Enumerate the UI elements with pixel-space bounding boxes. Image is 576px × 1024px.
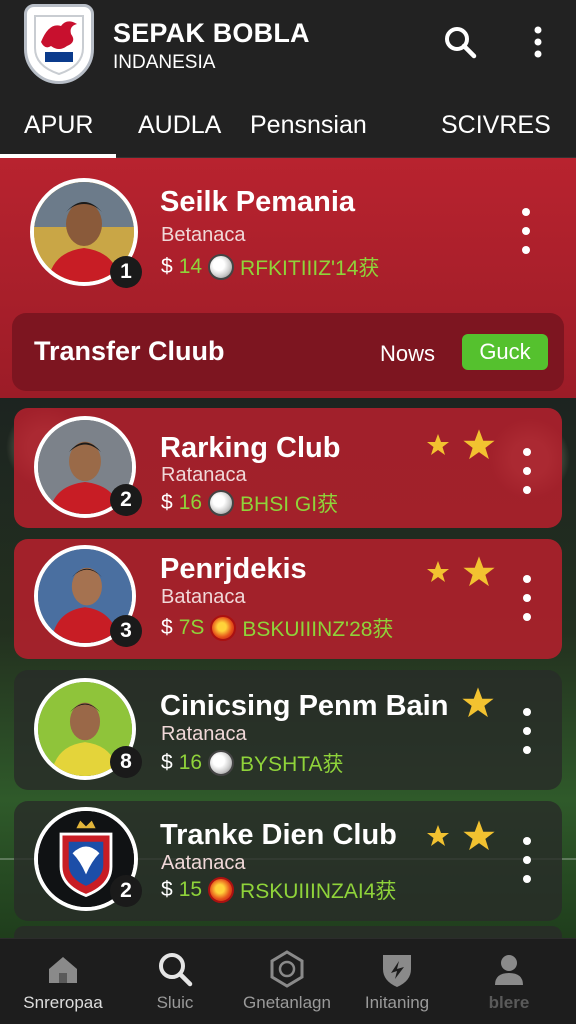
- ball-badge-icon: [270, 950, 304, 988]
- stat-value: 15: [178, 878, 203, 901]
- nav-label: Sluic: [156, 993, 194, 1012]
- player-stat: $ 16 BYSHTA获: [161, 748, 344, 778]
- check-button[interactable]: Guck: [462, 334, 548, 370]
- nav-label: Initaning: [364, 993, 430, 1012]
- player-stat: $ 14 RFKITIIIZ'14获: [161, 252, 379, 282]
- stat-value: 16: [178, 491, 203, 514]
- star-icon: [463, 429, 495, 460]
- star-icon: [427, 825, 449, 846]
- search-icon: [159, 953, 193, 987]
- football-icon: [208, 490, 235, 516]
- player-stat: $ 16 BHSI GI获: [161, 488, 338, 518]
- transfer-title: Transfer Cluub: [34, 336, 225, 366]
- player-name: Rarking Club: [160, 432, 341, 464]
- app-subtitle: INDANESIA: [113, 52, 216, 73]
- football-icon: [208, 877, 235, 903]
- stat-prefix: $: [161, 491, 173, 514]
- stat-extra: BYSHTA获: [240, 753, 344, 776]
- player-card[interactable]: 2 Rarking Club Ratanaca $ 16 BHSI GI获: [14, 408, 562, 528]
- search-icon: [445, 27, 477, 59]
- app-bar: SEPAK BOBLA INDANESIA: [0, 0, 576, 100]
- stat-extra: BHSI GI获: [240, 493, 339, 516]
- transfer-news-banner: Transfer Cluub Nows Guck: [12, 313, 564, 391]
- stat-prefix: $: [161, 255, 173, 278]
- nav-label: blere: [488, 993, 530, 1012]
- nav-home[interactable]: Snreropaa: [8, 949, 118, 1013]
- nav-search[interactable]: Sluic: [120, 949, 230, 1013]
- stat-value: 14: [178, 255, 203, 278]
- tab-audla[interactable]: AUDLA: [138, 110, 221, 150]
- overflow-menu-button[interactable]: [518, 22, 558, 62]
- club-logo: [24, 4, 94, 84]
- bottom-navigation: Snreropaa Sluic Gnetanlagn Initaning ble…: [0, 938, 576, 1024]
- stat-value: 16: [178, 751, 203, 774]
- player-team: Batanaca: [161, 586, 246, 608]
- stat-prefix: $: [161, 751, 173, 774]
- nav-initaning[interactable]: Initaning: [342, 949, 452, 1013]
- football-icon: [208, 254, 235, 280]
- player-card[interactable]: 2 Tranke Dien Club Aatanaca $ 15 RSKUIII…: [14, 801, 562, 921]
- eagle-crest-icon: [34, 15, 84, 76]
- football-icon: [208, 750, 235, 776]
- rating-stars: [461, 686, 495, 720]
- tab-scivres[interactable]: SCIVRES: [441, 110, 551, 150]
- rating-stars: [426, 819, 496, 853]
- player-name: Tranke Dien Club: [160, 819, 397, 851]
- stat-value: 7S: [178, 616, 205, 639]
- stat-extra: RFKITIIIZ'14获: [240, 257, 380, 280]
- more-options-button[interactable]: [517, 575, 537, 621]
- player-team: Ratanaca: [161, 464, 247, 486]
- player-stat: $ 15 RSKUIIINZAI4获: [161, 875, 396, 905]
- tab-bar: APUR AUDLA Pensnsian SCIVRES: [0, 100, 576, 158]
- more-options-button[interactable]: [517, 448, 537, 494]
- star-icon: [427, 434, 449, 455]
- nav-gnetanlagn[interactable]: Gnetanlagn: [232, 949, 342, 1013]
- player-card[interactable]: 3 Penrjdekis Batanaca $ 7S BSKUIIINZ'28获: [14, 539, 562, 659]
- star-icon: [462, 687, 494, 718]
- search-button[interactable]: [440, 22, 480, 62]
- rating-stars: [426, 428, 496, 462]
- star-icon: [463, 556, 495, 587]
- stat-prefix: $: [161, 878, 173, 901]
- news-link[interactable]: Nows: [380, 341, 435, 367]
- player-team: Betanaca: [161, 224, 246, 246]
- tab-apur[interactable]: APUR: [24, 110, 93, 150]
- more-options-button[interactable]: [517, 837, 537, 883]
- player-stat: $ 7S BSKUIIINZ'28获: [161, 613, 393, 643]
- nav-profile[interactable]: blere: [454, 949, 564, 1013]
- stat-prefix: $: [161, 616, 173, 639]
- stat-extra: BSKUIIINZ'28获: [242, 618, 394, 641]
- rank-badge: 2: [110, 875, 142, 907]
- more-options-button[interactable]: [517, 708, 537, 754]
- star-icon: [427, 561, 449, 582]
- football-icon: [210, 615, 237, 641]
- rank-badge: 8: [110, 746, 142, 778]
- tab-pensnsian[interactable]: Pensnsian: [250, 110, 367, 150]
- rank-badge: 3: [110, 615, 142, 647]
- rank-badge: 1: [110, 256, 142, 288]
- player-name: Seilk Pemania: [160, 186, 356, 218]
- app-title: SEPAK BOBLA: [113, 18, 310, 48]
- more-options-button[interactable]: [516, 208, 536, 254]
- nav-label: Snreropaa: [23, 993, 103, 1012]
- player-team: Ratanaca: [161, 723, 247, 745]
- player-team: Aatanaca: [161, 852, 246, 874]
- nav-label: Gnetanlagn: [243, 993, 331, 1012]
- home-icon: [49, 957, 77, 983]
- profile-icon: [495, 955, 523, 985]
- stat-extra: RSKUIIINZAI4获: [240, 880, 397, 903]
- shield-icon: [383, 955, 411, 987]
- star-icon: [463, 820, 495, 851]
- player-name: Penrjdekis: [160, 553, 307, 585]
- rating-stars: [426, 555, 496, 589]
- player-name: Cinicsing Penm Bain: [160, 690, 449, 722]
- more-vert-icon: [534, 26, 542, 58]
- player-card[interactable]: 8 Cinicsing Penm Bain Ratanaca $ 16 BYSH…: [14, 670, 562, 790]
- rank-badge: 2: [110, 484, 142, 516]
